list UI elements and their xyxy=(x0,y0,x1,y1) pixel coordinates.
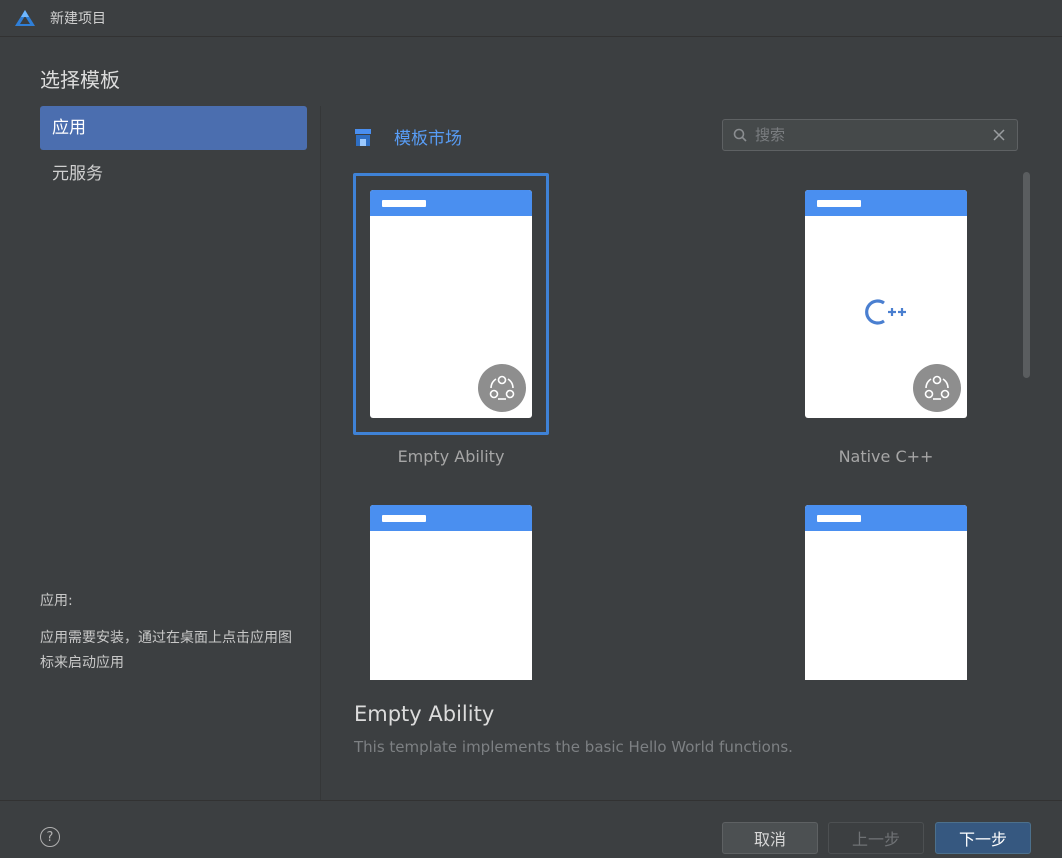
template-name: Empty Ability xyxy=(397,447,505,466)
cancel-button[interactable]: 取消 xyxy=(722,822,818,854)
panel-divider xyxy=(320,106,321,800)
template-market-link[interactable]: 模板市场 xyxy=(354,124,462,149)
category-description-text: 应用需要安装，通过在桌面上点击应用图标来启动应用 xyxy=(40,630,292,671)
selected-template-description: This template implements the basic Hello… xyxy=(354,738,793,756)
template-preview xyxy=(370,190,532,418)
category-nav: 应用 元服务 xyxy=(40,106,307,198)
nav-item-atomic-service[interactable]: 元服务 xyxy=(40,152,307,196)
template-preview-frame xyxy=(353,173,549,435)
template-card-empty-ability[interactable]: Empty Ability xyxy=(353,173,549,466)
title-bar: 新建项目 xyxy=(0,0,1062,37)
template-preview-frame xyxy=(788,488,984,680)
template-card-4[interactable] xyxy=(788,488,984,680)
clear-search-icon[interactable] xyxy=(993,129,1005,141)
template-name: Native C++ xyxy=(838,447,934,466)
store-icon xyxy=(355,128,371,146)
search-box xyxy=(722,119,1018,151)
category-description-title: 应用: xyxy=(40,593,73,609)
next-button[interactable]: 下一步 xyxy=(935,822,1031,854)
footer-divider xyxy=(0,800,1062,801)
template-grid-scrollbar[interactable] xyxy=(1023,172,1030,378)
ability-badge-icon xyxy=(913,364,961,412)
app-logo-icon xyxy=(15,10,35,26)
cpp-icon xyxy=(865,299,906,325)
template-preview xyxy=(805,505,967,680)
window-title: 新建项目 xyxy=(50,11,106,27)
template-preview-frame xyxy=(788,173,984,435)
template-card-3[interactable] xyxy=(353,488,549,680)
previous-button[interactable]: 上一步 xyxy=(828,822,924,854)
nav-item-application[interactable]: 应用 xyxy=(40,106,307,150)
template-grid: Empty Ability Native C++ xyxy=(340,168,1020,680)
template-preview xyxy=(370,505,532,680)
selected-template-title: Empty Ability xyxy=(354,702,495,726)
search-icon xyxy=(733,128,747,142)
template-market-label: 模板市场 xyxy=(394,129,462,149)
template-preview xyxy=(805,190,967,418)
help-icon[interactable]: ? xyxy=(40,827,60,847)
template-card-native-cpp[interactable]: Native C++ xyxy=(788,173,984,466)
page-title: 选择模板 xyxy=(40,68,120,92)
template-preview-frame xyxy=(353,488,549,680)
search-input[interactable] xyxy=(753,121,993,149)
ability-badge-icon xyxy=(478,364,526,412)
